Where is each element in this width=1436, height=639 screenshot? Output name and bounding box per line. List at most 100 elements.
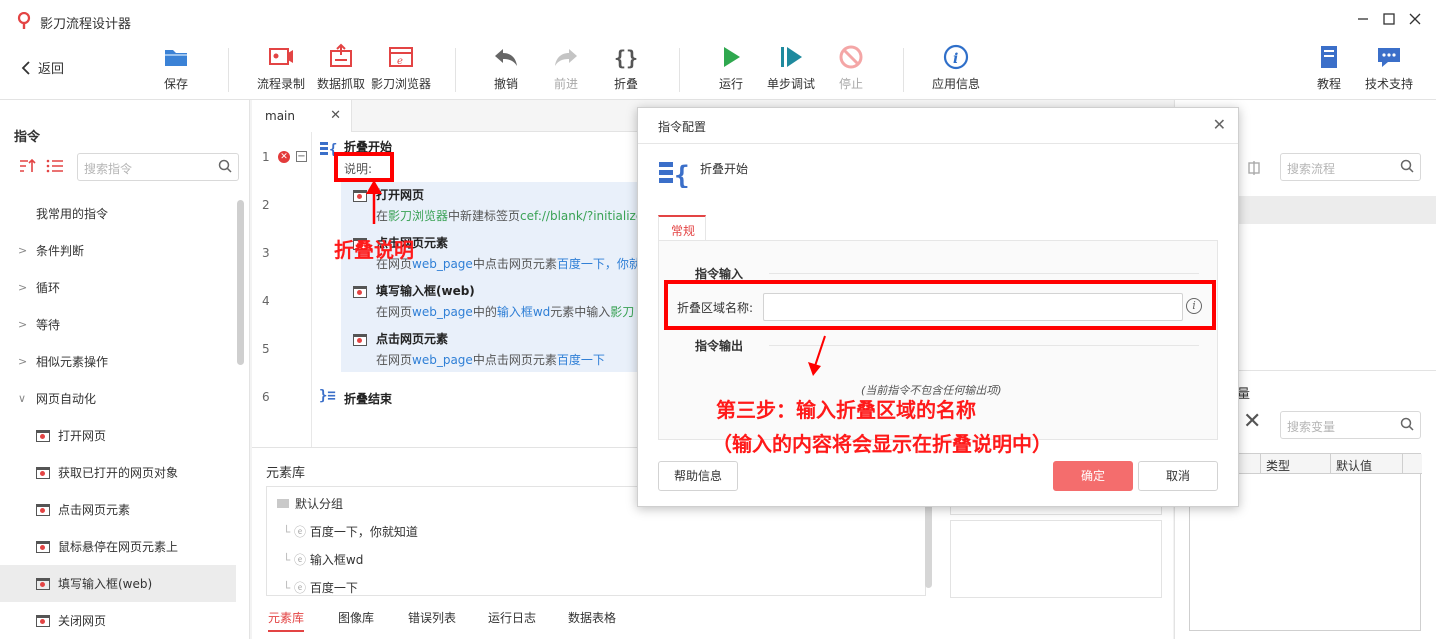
command-item[interactable]: 鼠标悬停在网页元素上	[0, 528, 236, 565]
command-item-frequent[interactable]: 我常用的指令	[0, 195, 236, 232]
web-element-icon: ⓔ	[294, 553, 310, 567]
back-button[interactable]: 返回	[20, 58, 64, 77]
chevron-right-icon: >	[18, 355, 28, 368]
search-icon	[1400, 159, 1414, 173]
command-desc: 在影刀浏览器中新建标签页cef://blank/?initialize	[376, 209, 644, 223]
scrape-button[interactable]: 数据抓取	[309, 42, 373, 92]
command-item[interactable]: 打开网页	[0, 417, 236, 454]
annotation-step3-sub: （输入的内容将会显示在折叠说明中）	[712, 432, 1052, 456]
command-desc: 在网页web_page中点击网页元素百度一下，你就	[376, 257, 641, 271]
cancel-button[interactable]: 取消	[1138, 461, 1218, 491]
scrape-icon	[330, 43, 352, 67]
help-button[interactable]: 帮助信息	[658, 461, 738, 491]
stop-button[interactable]: 停止	[819, 42, 883, 92]
line-number: 2	[262, 198, 270, 212]
list-icon[interactable]	[46, 158, 64, 174]
sort-icon[interactable]	[18, 158, 36, 174]
save-button[interactable]: 保存	[144, 42, 208, 92]
app-title: 影刀流程设计器	[40, 17, 132, 32]
web-element-icon: ⓔ	[294, 525, 310, 539]
chevron-down-icon: ∨	[18, 392, 27, 405]
svg-text:i: i	[953, 51, 958, 67]
tab-general[interactable]: 常规	[658, 215, 706, 241]
flow-search-input[interactable]: 搜索流程	[1280, 153, 1421, 181]
web-command-icon	[36, 614, 50, 627]
undo-icon	[495, 49, 517, 66]
fold-end-icon: }≡	[319, 388, 336, 404]
tab-main[interactable]: main ✕	[252, 100, 352, 132]
undo-button[interactable]: 撤销	[474, 42, 538, 92]
tab-error-list[interactable]: 错误列表	[408, 609, 456, 626]
flow-tool-icon[interactable]	[1245, 160, 1263, 176]
redo-button[interactable]: 前进	[534, 42, 598, 92]
dialog-header: 指令配置 ✕	[638, 108, 1238, 144]
folder-icon	[277, 499, 289, 508]
browser-button[interactable]: e 影刀浏览器	[369, 42, 433, 92]
web-command-icon	[36, 503, 50, 516]
line-number: 3	[262, 246, 270, 260]
book-icon	[1321, 46, 1337, 68]
variable-search-input[interactable]: 搜索变量	[1280, 411, 1421, 439]
bottom-tabs: 元素库 图像库 错误列表 运行日志 数据表格	[252, 605, 1173, 639]
back-label: 返回	[38, 62, 65, 77]
command-label: 鼠标悬停在网页元素上	[58, 540, 179, 554]
step-debug-button[interactable]: 单步调试	[759, 42, 823, 92]
close-window-icon[interactable]	[1406, 10, 1424, 28]
collapse-toggle-icon[interactable]: −	[296, 151, 307, 162]
support-button[interactable]: 技术支持	[1357, 42, 1421, 92]
command-group[interactable]: > 循环	[0, 269, 236, 306]
chevron-left-icon	[21, 60, 30, 75]
column-default: 默认值	[1336, 459, 1373, 473]
svg-text:{}: {}	[614, 46, 638, 70]
command-item[interactable]: 关闭网页	[0, 602, 236, 639]
command-label: 关闭网页	[58, 614, 107, 628]
command-item[interactable]: 获取已打开的网页对象	[0, 454, 236, 491]
command-label: 填写输入框(web)	[58, 577, 153, 591]
web-element-icon: ⓔ	[294, 581, 310, 595]
preview-image	[950, 520, 1162, 598]
command-label: 点击网页元素	[58, 503, 131, 517]
command-item[interactable]: 点击网页元素	[0, 491, 236, 528]
search-icon	[1400, 417, 1414, 431]
tree-item[interactable]: └ ⓔ 百度一下	[283, 579, 358, 596]
element-library-title: 元素库	[266, 466, 306, 481]
fold-button[interactable]: {} 折叠	[594, 42, 658, 92]
app-info-button[interactable]: i 应用信息	[924, 42, 988, 92]
tab-element-library[interactable]: 元素库	[268, 609, 305, 632]
step-play-icon	[781, 47, 802, 67]
web-command-icon	[36, 466, 50, 479]
close-tab-icon[interactable]: ✕	[330, 108, 341, 123]
tree-group[interactable]: 默认分组	[277, 495, 343, 512]
title-bar: 影刀流程设计器	[0, 0, 1436, 40]
web-command-icon	[36, 540, 50, 553]
tab-run-log[interactable]: 运行日志	[488, 609, 536, 626]
tutorial-button[interactable]: 教程	[1297, 42, 1361, 92]
close-dialog-icon[interactable]: ✕	[1213, 115, 1226, 134]
tab-image-library[interactable]: 图像库	[338, 609, 374, 626]
command-group[interactable]: ∨ 网页自动化	[0, 380, 236, 417]
command-search-input[interactable]: 搜索指令	[77, 153, 239, 181]
fold-end-title: 折叠结束	[344, 392, 393, 406]
toolbar-separator	[455, 48, 456, 92]
run-button[interactable]: 运行	[699, 42, 763, 92]
command-label: 循环	[36, 281, 61, 295]
svg-text:{: {	[674, 161, 690, 188]
tree-item[interactable]: └ ⓔ 百度一下，你就知道	[283, 523, 418, 540]
tab-data-table[interactable]: 数据表格	[568, 609, 616, 626]
clear-icon[interactable]: ✕	[1243, 409, 1261, 434]
command-group[interactable]: > 相似元素操作	[0, 343, 236, 380]
error-icon[interactable]: ✕	[278, 151, 290, 163]
command-list-scrollbar[interactable]	[237, 200, 244, 365]
minimize-icon[interactable]	[1354, 10, 1372, 28]
fill-input-icon	[353, 286, 367, 298]
command-group[interactable]: > 等待	[0, 306, 236, 343]
command-group[interactable]: > 条件判断	[0, 232, 236, 269]
tree-item[interactable]: └ ⓔ 输入框wd	[283, 551, 363, 568]
annotation-fold-note: 折叠说明	[334, 238, 414, 262]
record-button[interactable]: 流程录制	[249, 42, 313, 92]
command-item[interactable]: 填写输入框(web)	[0, 565, 236, 602]
toolbar-separator	[679, 48, 680, 92]
command-label: 相似元素操作	[36, 355, 109, 369]
ok-button[interactable]: 确定	[1053, 461, 1133, 491]
maximize-icon[interactable]	[1380, 10, 1398, 28]
